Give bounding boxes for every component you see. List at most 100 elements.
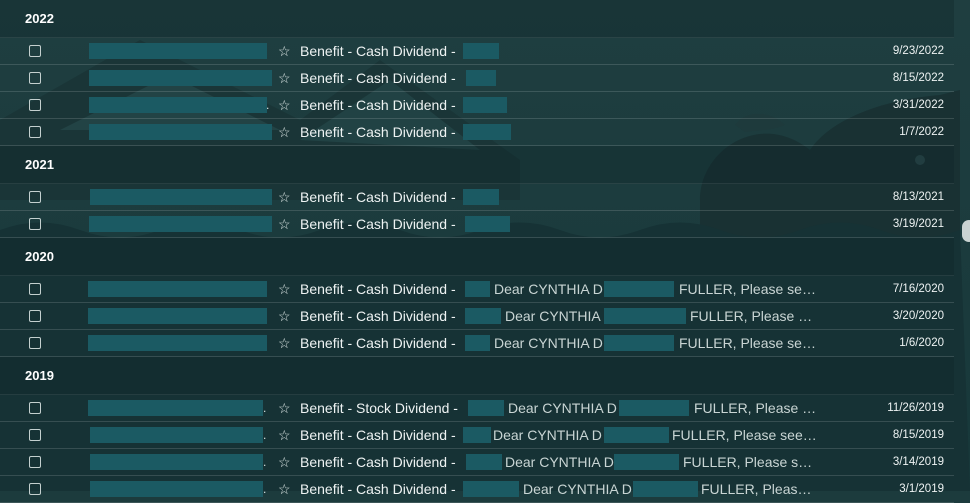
email-subject: Benefit - Cash Dividend - — [300, 97, 456, 113]
email-snippet-text: FULLER, Please se… — [679, 281, 816, 297]
email-subject: Benefit - Stock Dividend - — [300, 400, 458, 416]
checkbox-icon[interactable] — [29, 72, 41, 84]
redacted-sender — [88, 281, 267, 297]
star-icon[interactable]: ☆ — [278, 189, 291, 206]
redacted-text — [466, 454, 502, 470]
checkbox-icon[interactable] — [29, 483, 41, 495]
star-icon[interactable]: ☆ — [278, 427, 291, 444]
email-subject: Benefit - Cash Dividend - — [300, 281, 456, 297]
email-date: 3/1/2019 — [899, 483, 944, 495]
email-row[interactable]: . ☆ Benefit - Cash Dividend - Dear CYNTH… — [0, 476, 954, 503]
email-row[interactable]: . ☆ Benefit - Cash Dividend - Dear CYNTH… — [0, 449, 954, 476]
redacted-text — [465, 335, 490, 351]
redacted-sender — [89, 70, 272, 86]
checkbox-icon[interactable] — [29, 402, 41, 414]
email-row[interactable]: ☆ Benefit - Cash Dividend - 8/15/2022 — [0, 65, 954, 92]
email-snippet-greeting: Dear CYNTHIA D — [523, 481, 632, 497]
email-row[interactable]: . ☆ Benefit - Stock Dividend - Dear CYNT… — [0, 395, 954, 422]
redacted-sender — [89, 97, 267, 113]
checkbox-icon[interactable] — [29, 99, 41, 111]
redacted-sender — [88, 400, 263, 416]
email-snippet-text: FULLER, Pleas… — [701, 481, 812, 497]
star-icon[interactable]: ☆ — [278, 124, 291, 141]
sender-truncation-dot: . — [263, 482, 267, 496]
checkbox-icon[interactable] — [29, 429, 41, 441]
email-row[interactable]: ☆ Benefit - Cash Dividend - 1/7/2022 — [0, 119, 954, 146]
star-icon[interactable]: ☆ — [278, 97, 291, 114]
email-row[interactable]: . ☆ Benefit - Cash Dividend - Dear CYNTH… — [0, 422, 954, 449]
scrollbar-handle[interactable] — [962, 220, 970, 242]
star-icon[interactable]: ☆ — [278, 400, 291, 417]
star-icon[interactable]: ☆ — [278, 308, 291, 325]
redacted-text — [614, 454, 679, 470]
redacted-sender — [89, 43, 267, 59]
section-year: 2020 — [25, 249, 54, 264]
section-year: 2019 — [25, 368, 54, 383]
redacted-text — [619, 400, 689, 416]
checkbox-icon[interactable] — [29, 45, 41, 57]
redacted-text — [465, 281, 490, 297]
email-date: 11/26/2019 — [887, 402, 944, 414]
redacted-sender — [89, 124, 272, 140]
email-subject: Benefit - Cash Dividend - — [300, 70, 456, 86]
email-row[interactable]: ☆ Benefit - Cash Dividend - Dear CYNTHIA… — [0, 276, 954, 303]
redacted-sender — [88, 335, 267, 351]
section-year: 2022 — [25, 11, 54, 26]
checkbox-icon[interactable] — [29, 456, 41, 468]
star-icon[interactable]: ☆ — [278, 335, 291, 352]
email-date: 3/31/2022 — [892, 99, 944, 111]
email-subject: Benefit - Cash Dividend - — [300, 481, 456, 497]
star-icon[interactable]: ☆ — [278, 281, 291, 298]
email-snippet-greeting: Dear CYNTHIA D — [494, 281, 603, 297]
star-icon[interactable]: ☆ — [278, 454, 291, 471]
checkbox-icon[interactable] — [29, 283, 41, 295]
star-icon[interactable]: ☆ — [278, 43, 291, 60]
email-subject: Benefit - Cash Dividend - — [300, 454, 456, 470]
email-row[interactable]: ☆ Benefit - Cash Dividend - 8/13/2021 — [0, 184, 954, 211]
redacted-sender — [90, 189, 272, 205]
star-icon[interactable]: ☆ — [278, 481, 291, 498]
email-row[interactable]: . ☆ Benefit - Cash Dividend - 3/31/2022 — [0, 92, 954, 119]
email-subject: Benefit - Cash Dividend - — [300, 308, 456, 324]
checkbox-icon[interactable] — [29, 337, 41, 349]
section-header-2020: 2020 — [0, 238, 954, 276]
sender-truncation-dot: . — [266, 98, 270, 112]
email-date: 1/7/2022 — [899, 126, 944, 138]
email-row[interactable]: ☆ Benefit - Cash Dividend - 9/23/2022 — [0, 38, 954, 65]
star-icon[interactable]: ☆ — [278, 70, 291, 87]
checkbox-icon[interactable] — [29, 218, 41, 230]
redacted-text — [465, 216, 510, 232]
email-subject: Benefit - Cash Dividend - — [300, 189, 456, 205]
checkbox-icon[interactable] — [29, 191, 41, 203]
email-date: 1/6/2020 — [899, 337, 944, 349]
redacted-text — [463, 189, 499, 205]
email-row[interactable]: ☆ Benefit - Cash Dividend - Dear CYNTHIA… — [0, 330, 954, 357]
redacted-text — [468, 400, 504, 416]
email-snippet-text: FULLER, Please se… — [679, 335, 816, 351]
email-row[interactable]: ☆ Benefit - Cash Dividend - Dear CYNTHIA… — [0, 303, 954, 330]
redacted-text — [633, 481, 698, 497]
section-header-2022: 2022 — [0, 0, 954, 38]
redacted-text — [604, 335, 674, 351]
email-row[interactable]: ☆ Benefit - Cash Dividend - 3/19/2021 — [0, 211, 954, 238]
email-snippet-text: FULLER, Please … — [694, 400, 817, 416]
email-date: 7/16/2020 — [892, 283, 944, 295]
section-header-2021: 2021 — [0, 146, 954, 184]
sender-truncation-dot: . — [263, 428, 267, 442]
email-snippet-greeting: Dear CYNTHIA D — [508, 400, 617, 416]
email-date: 8/15/2022 — [892, 72, 944, 84]
checkbox-icon[interactable] — [29, 310, 41, 322]
redacted-text — [466, 70, 496, 86]
redacted-sender — [90, 481, 263, 497]
sender-truncation-dot: . — [263, 401, 267, 415]
email-snippet-greeting: Dear CYNTHIA D — [494, 335, 603, 351]
message-list: 2022 ☆ Benefit - Cash Dividend - 9/23/20… — [0, 0, 954, 503]
checkbox-icon[interactable] — [29, 126, 41, 138]
star-icon[interactable]: ☆ — [278, 216, 291, 233]
email-subject: Benefit - Cash Dividend - — [300, 335, 456, 351]
email-subject: Benefit - Cash Dividend - — [300, 43, 456, 59]
email-snippet-greeting: Dear CYNTHIA D — [505, 308, 614, 324]
redacted-text — [463, 427, 491, 443]
redacted-text — [463, 97, 507, 113]
redacted-sender — [90, 454, 263, 470]
